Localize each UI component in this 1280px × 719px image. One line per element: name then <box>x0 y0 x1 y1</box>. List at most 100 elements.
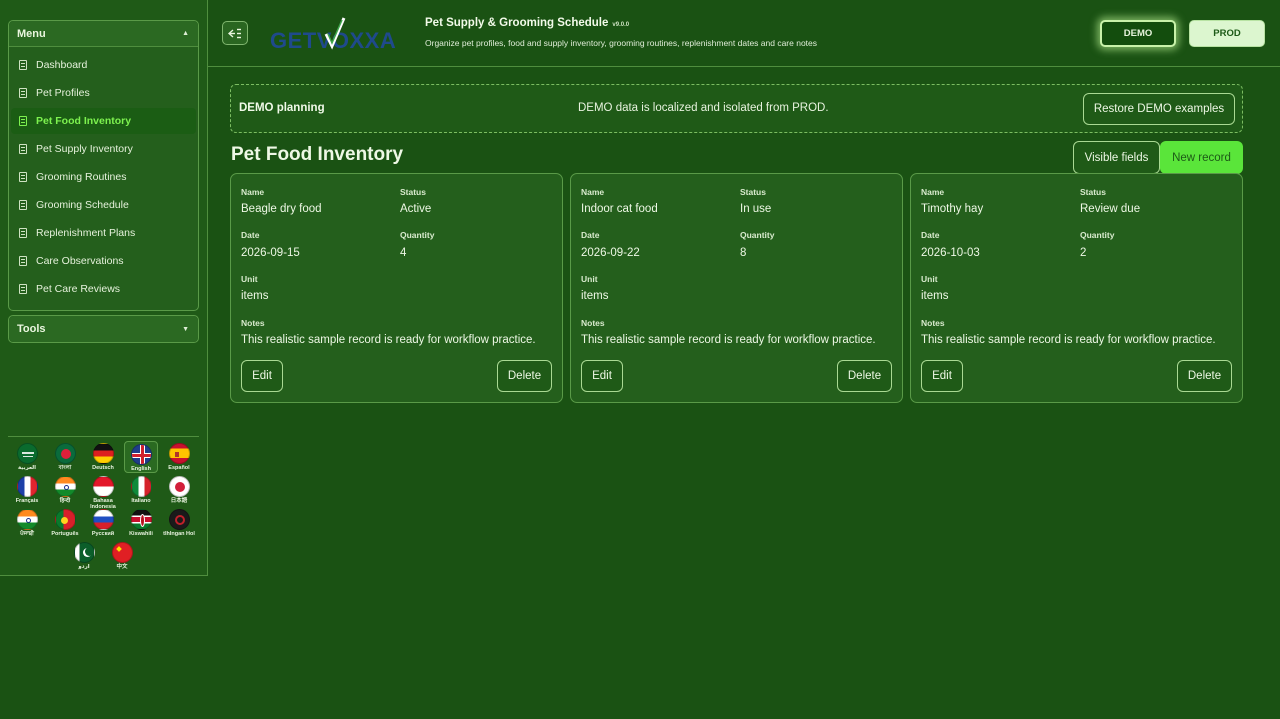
demo-environment-button[interactable]: DEMO <box>1100 20 1176 47</box>
bangladesh-flag-icon <box>54 443 76 464</box>
delete-button[interactable]: Delete <box>1177 360 1232 392</box>
delete-button[interactable]: Delete <box>497 360 552 392</box>
language-japanese[interactable]: 日本語 <box>162 474 196 506</box>
name-label: Name <box>921 187 945 197</box>
language-arabic[interactable]: العربية <box>10 441 44 473</box>
notes-value: This realistic sample record is ready fo… <box>581 334 876 346</box>
sidebar-item-pet-profiles[interactable]: Pet Profiles <box>11 80 196 106</box>
visible-fields-button[interactable]: Visible fields <box>1073 141 1160 174</box>
language-label: Français <box>15 498 39 504</box>
date-value: 2026-09-15 <box>241 247 300 259</box>
quantity-value: 4 <box>400 247 407 259</box>
unit-label: Unit <box>921 274 938 284</box>
document-icon <box>19 116 27 126</box>
edit-button[interactable]: Edit <box>581 360 623 392</box>
new-record-button[interactable]: New record <box>1160 141 1243 174</box>
document-icon <box>19 228 27 238</box>
language-label: اردو <box>78 564 90 570</box>
language-chinese[interactable]: 中文 <box>105 540 139 572</box>
language-bangla[interactable]: বাংলা <box>48 441 82 473</box>
quantity-value: 2 <box>1080 247 1087 259</box>
language-italian[interactable]: Italiano <box>124 474 158 506</box>
india-flag-icon <box>16 509 38 530</box>
language-spanish[interactable]: Español <box>162 441 196 473</box>
language-german[interactable]: Deutsch <box>86 441 120 473</box>
sidebar-collapse-button[interactable] <box>222 21 248 45</box>
spain-flag-icon <box>168 443 190 464</box>
language-klingon[interactable]: tlhIngan Hol <box>162 507 196 539</box>
status-label: Status <box>740 187 766 197</box>
chevron-down-icon: ▼ <box>182 325 189 333</box>
notes-label: Notes <box>581 318 605 328</box>
prod-environment-button[interactable]: PROD <box>1189 20 1265 47</box>
menu-panel-header[interactable]: Menu ▲ <box>9 21 198 47</box>
germany-flag-icon <box>92 443 114 464</box>
unit-label: Unit <box>241 274 258 284</box>
language-label: Español <box>168 465 190 471</box>
tools-panel: Tools ▼ <box>8 315 199 343</box>
document-icon <box>19 88 27 98</box>
kenya-flag-icon <box>130 509 152 530</box>
menu-list: Dashboard Pet Profiles Pet Food Inventor… <box>9 47 198 302</box>
edit-button[interactable]: Edit <box>241 360 283 392</box>
language-label: Português <box>51 531 79 537</box>
klingon-flag-icon <box>168 509 190 530</box>
language-urdu[interactable]: اردو <box>67 540 101 572</box>
name-value: Beagle dry food <box>241 203 322 215</box>
edit-button[interactable]: Edit <box>921 360 963 392</box>
getvoxxa-logo-icon: GETVOXXA <box>270 17 396 53</box>
unit-label: Unit <box>581 274 598 284</box>
date-value: 2026-09-22 <box>581 247 640 259</box>
sidebar-item-replenishment-plans[interactable]: Replenishment Plans <box>11 220 196 246</box>
sidebar-item-label: Pet Supply Inventory <box>36 143 133 155</box>
language-label: 中文 <box>116 564 128 570</box>
sidebar-item-dashboard[interactable]: Dashboard <box>11 52 196 78</box>
tools-panel-header[interactable]: Tools ▼ <box>9 316 198 342</box>
delete-button[interactable]: Delete <box>837 360 892 392</box>
italy-flag-icon <box>130 476 152 497</box>
sidebar-item-label: Dashboard <box>36 59 88 71</box>
quantity-value: 8 <box>740 247 747 259</box>
language-portuguese[interactable]: Português <box>48 507 82 539</box>
language-english[interactable]: English <box>124 441 158 473</box>
portugal-flag-icon <box>54 509 76 530</box>
sidebar-item-grooming-schedule[interactable]: Grooming Schedule <box>11 192 196 218</box>
sidebar-item-label: Replenishment Plans <box>36 227 136 239</box>
language-russian[interactable]: Русский <box>86 507 120 539</box>
sidebar-item-label: Pet Profiles <box>36 87 90 99</box>
status-label: Status <box>400 187 426 197</box>
demo-banner: DEMO planning DEMO data is localized and… <box>230 84 1243 133</box>
sidebar-item-pet-supply-inventory[interactable]: Pet Supply Inventory <box>11 136 196 162</box>
header-divider <box>208 66 1280 67</box>
chevron-up-icon: ▲ <box>182 30 189 37</box>
language-french[interactable]: Français <box>10 474 44 506</box>
sidebar-item-pet-food-inventory[interactable]: Pet Food Inventory <box>11 108 196 134</box>
app-version: v9.0.0 <box>612 22 630 28</box>
language-punjabi[interactable]: ਪੰਜਾਬੀ <box>10 507 44 539</box>
language-label: Deutsch <box>92 465 114 471</box>
quantity-label: Quantity <box>400 230 435 240</box>
sidebar-item-label: Grooming Schedule <box>36 199 129 211</box>
brand-logo[interactable]: GETVOXXA <box>268 14 412 54</box>
document-icon <box>19 144 27 154</box>
sidebar-item-label: Pet Food Inventory <box>36 115 132 127</box>
restore-demo-button[interactable]: Restore DEMO examples <box>1083 93 1235 125</box>
language-divider <box>8 436 199 437</box>
unit-value: items <box>241 290 269 302</box>
sidebar-item-pet-care-reviews[interactable]: Pet Care Reviews <box>11 276 196 302</box>
document-icon <box>19 200 27 210</box>
language-swahili[interactable]: Kiswahili <box>124 507 158 539</box>
sidebar-item-grooming-routines[interactable]: Grooming Routines <box>11 164 196 190</box>
language-label: 日本語 <box>170 498 188 504</box>
quantity-label: Quantity <box>1080 230 1115 240</box>
japan-flag-icon <box>168 476 190 497</box>
language-indonesian[interactable]: Bahasa Indonesia <box>86 474 120 510</box>
app-subtitle: Organize pet profiles, food and supply i… <box>425 38 818 48</box>
china-flag-icon <box>111 542 133 563</box>
sidebar-item-care-observations[interactable]: Care Observations <box>11 248 196 274</box>
name-value: Indoor cat food <box>581 203 658 215</box>
notes-label: Notes <box>921 318 945 328</box>
status-value: Review due <box>1080 203 1141 215</box>
date-label: Date <box>581 230 600 240</box>
language-hindi[interactable]: हिन्दी <box>48 474 82 506</box>
